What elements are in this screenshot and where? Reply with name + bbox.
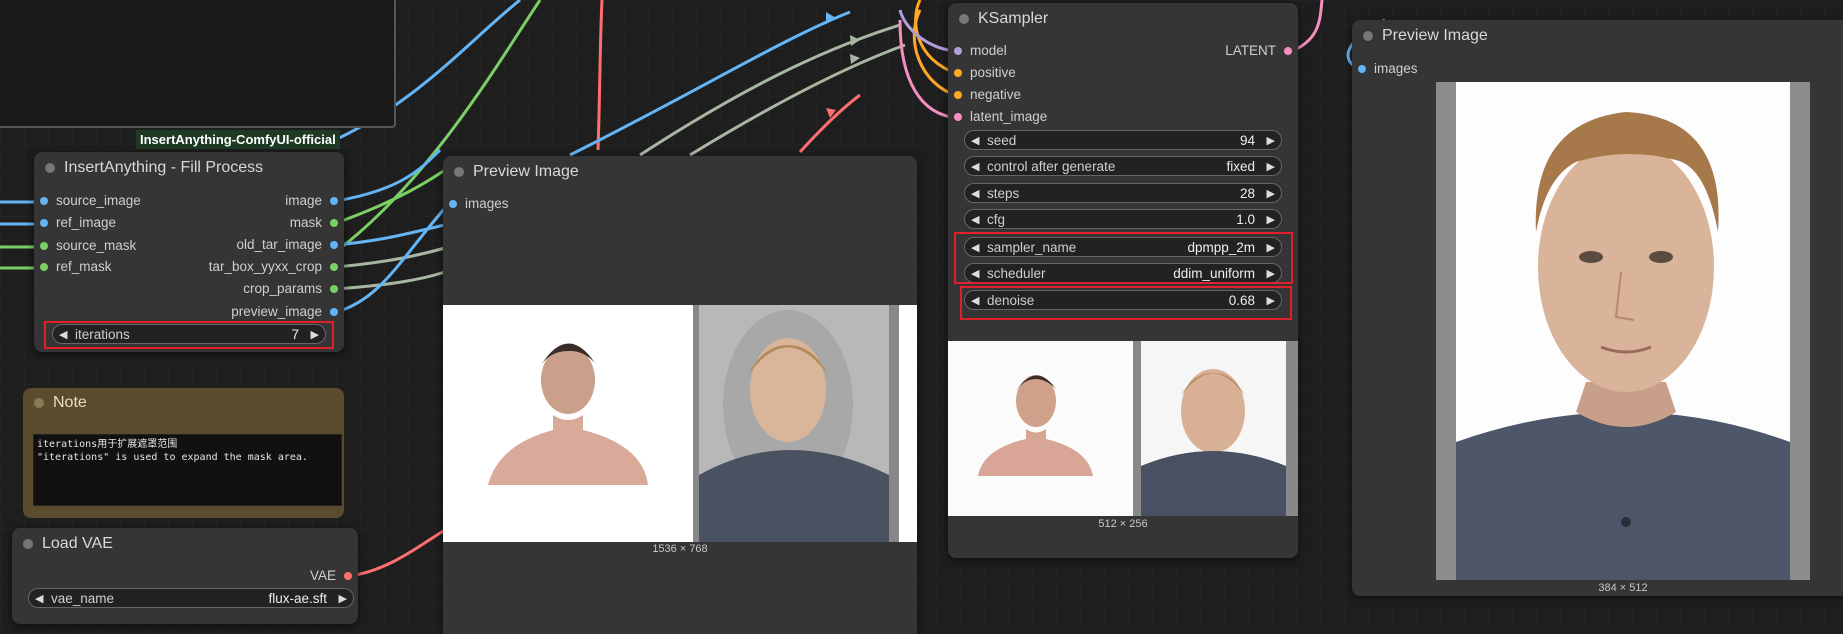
vae-name-widget[interactable]: ◀ vae_name flux-ae.sft ▶: [28, 588, 354, 608]
slot-dot-icon[interactable]: [954, 91, 962, 99]
output-crop-params[interactable]: crop_params: [243, 280, 338, 298]
arrow-right-icon[interactable]: ▶: [1267, 157, 1275, 177]
preview2-title-bar[interactable]: Preview Image: [1352, 20, 1843, 52]
input-images-2[interactable]: images: [1358, 60, 1418, 78]
group-box: [0, 0, 396, 128]
slot-dot-icon[interactable]: [344, 572, 352, 580]
output-tar-box[interactable]: tar_box_yyxx_crop: [209, 258, 338, 276]
arrow-left-icon[interactable]: ◀: [971, 210, 979, 230]
preview2-size-label: 384 × 512: [1598, 582, 1648, 594]
steps-widget[interactable]: ◀ steps 28 ▶: [964, 183, 1282, 203]
preview2-title: Preview Image: [1382, 27, 1488, 44]
ksampler-preview-image[interactable]: [948, 341, 1298, 516]
arrow-right-icon[interactable]: ▶: [339, 589, 347, 609]
link-top-red: [596, 0, 604, 151]
group-label: InsertAnything-ComfyUI-official: [136, 130, 340, 149]
output-mask[interactable]: mask: [290, 214, 338, 232]
input-ref-mask[interactable]: ref_mask: [40, 258, 112, 276]
preview1-image[interactable]: [443, 305, 917, 542]
arrow-left-icon[interactable]: ◀: [35, 589, 43, 609]
input-negative[interactable]: negative: [954, 86, 1021, 104]
arrow-right-icon[interactable]: ▶: [1267, 210, 1275, 230]
slot-dot-icon[interactable]: [330, 308, 338, 316]
note-node[interactable]: Note iterations用于扩展遮罩范围 "iterations" is …: [23, 388, 344, 518]
input-source-image[interactable]: source_image: [40, 192, 141, 210]
input-latent-image[interactable]: latent_image: [954, 108, 1047, 126]
arrow-right-icon[interactable]: ▶: [1267, 131, 1275, 151]
link-red-ksampler: [798, 93, 861, 154]
node-collapse-dot-icon[interactable]: [45, 163, 55, 173]
node-collapse-dot-icon[interactable]: [23, 539, 33, 549]
slot-dot-icon[interactable]: [954, 113, 962, 121]
input-ref-image[interactable]: ref_image: [40, 214, 116, 232]
ksampler-size-label: 512 × 256: [1098, 518, 1148, 530]
slot-dot-icon[interactable]: [330, 285, 338, 293]
preview-image-node-2[interactable]: Preview Image images 384 × 512: [1352, 20, 1843, 596]
preview1-image-content: [443, 305, 917, 542]
output-vae[interactable]: VAE: [310, 567, 352, 585]
slot-dot-icon[interactable]: [330, 219, 338, 227]
note-title: Note: [53, 394, 87, 411]
control-after-generate-widget[interactable]: ◀ control after generate fixed ▶: [964, 156, 1282, 176]
output-preview-image[interactable]: preview_image: [231, 303, 338, 321]
arrow-left-icon[interactable]: ◀: [971, 184, 979, 204]
cfg-widget[interactable]: ◀ cfg 1.0 ▶: [964, 209, 1282, 229]
slot-dot-icon[interactable]: [40, 263, 48, 271]
slot-dot-icon[interactable]: [40, 219, 48, 227]
slot-dot-icon[interactable]: [449, 200, 457, 208]
load-vae-node[interactable]: Load VAE VAE ◀ vae_name flux-ae.sft ▶: [12, 528, 358, 624]
slot-dot-icon[interactable]: [40, 242, 48, 250]
highlight-denoise: [960, 286, 1292, 320]
input-source-mask[interactable]: source_mask: [40, 237, 136, 255]
fill-process-title: InsertAnything - Fill Process: [64, 159, 264, 176]
preview2-image[interactable]: [1436, 82, 1810, 580]
input-positive[interactable]: positive: [954, 64, 1016, 82]
slot-dot-icon[interactable]: [954, 47, 962, 55]
output-latent[interactable]: LATENT: [1225, 42, 1292, 60]
preview1-size-label: 1536 × 768: [652, 543, 708, 555]
arrow-right-icon[interactable]: ▶: [1267, 184, 1275, 204]
ksampler-title-bar[interactable]: KSampler: [948, 3, 1298, 35]
slot-dot-icon[interactable]: [954, 69, 962, 77]
preview2-image-content: [1436, 82, 1810, 580]
slot-dot-icon[interactable]: [1358, 65, 1366, 73]
slot-dot-icon[interactable]: [330, 197, 338, 205]
input-images[interactable]: images: [449, 195, 509, 213]
fill-process-title-bar[interactable]: InsertAnything - Fill Process: [34, 152, 344, 184]
note-title-bar[interactable]: Note: [23, 388, 344, 418]
node-collapse-dot-icon[interactable]: [454, 167, 464, 177]
preview-image-node-1[interactable]: Preview Image images 1536 × 768: [443, 156, 917, 634]
slot-dot-icon[interactable]: [330, 241, 338, 249]
load-vae-title-bar[interactable]: Load VAE: [12, 528, 358, 560]
seed-widget[interactable]: ◀ seed 94 ▶: [964, 130, 1282, 150]
highlight-iterations: [44, 321, 334, 349]
load-vae-title: Load VAE: [42, 535, 113, 552]
arrow-left-icon[interactable]: ◀: [971, 131, 979, 151]
output-old-tar-image[interactable]: old_tar_image: [236, 236, 338, 254]
preview1-title: Preview Image: [473, 163, 579, 180]
slot-dot-icon[interactable]: [40, 197, 48, 205]
note-textarea[interactable]: iterations用于扩展遮罩范围 "iterations" is used …: [33, 434, 342, 506]
link-gray-1: [639, 23, 901, 157]
input-model[interactable]: model: [954, 42, 1007, 60]
node-collapse-dot-icon[interactable]: [34, 398, 44, 408]
node-collapse-dot-icon[interactable]: [1363, 31, 1373, 41]
preview1-title-bar[interactable]: Preview Image: [443, 156, 917, 188]
output-image[interactable]: image: [285, 192, 338, 210]
node-collapse-dot-icon[interactable]: [959, 14, 969, 24]
link-gray-2: [689, 43, 906, 157]
ksampler-title: KSampler: [978, 10, 1049, 27]
highlight-sampler-scheduler: [954, 232, 1293, 284]
arrow-left-icon[interactable]: ◀: [971, 157, 979, 177]
slot-dot-icon[interactable]: [330, 263, 338, 271]
slot-dot-icon[interactable]: [1284, 47, 1292, 55]
ksampler-preview-content: [948, 341, 1298, 516]
link-blue-ksampler: [569, 10, 851, 157]
